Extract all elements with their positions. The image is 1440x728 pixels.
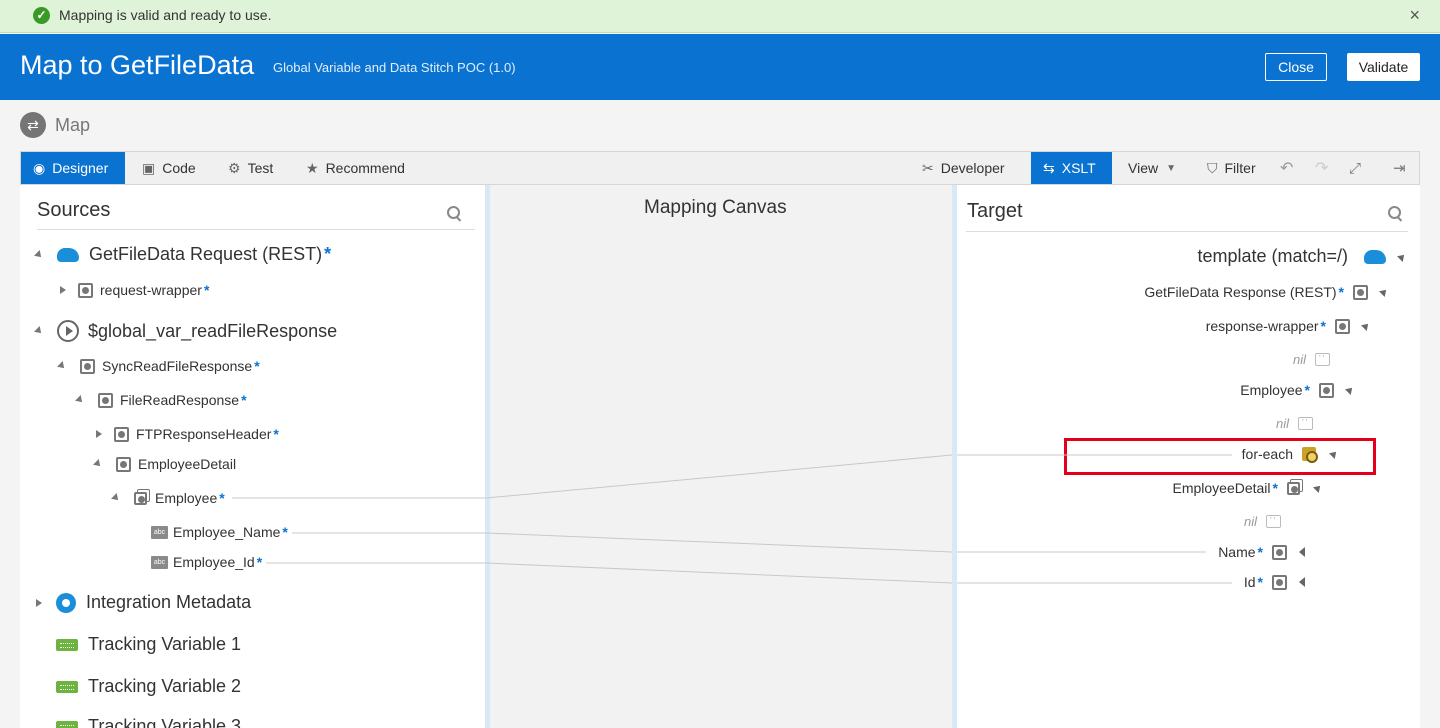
mapping-line-id-canvas bbox=[485, 562, 953, 584]
mapping-line-name-canvas bbox=[485, 532, 953, 553]
mapping-lines bbox=[232, 454, 1232, 584]
mapping-line-employee-canvas bbox=[485, 454, 953, 499]
